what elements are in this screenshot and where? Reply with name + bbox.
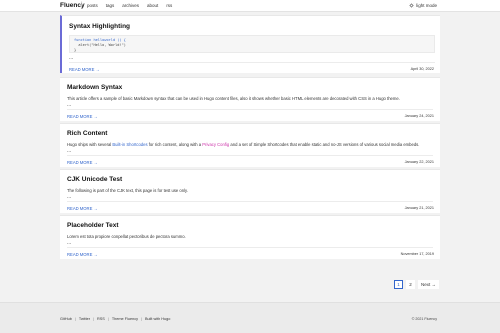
footer-separator: | xyxy=(141,317,142,321)
post-summary: Hugo ships with several Built-in Shortco… xyxy=(67,142,419,147)
post-title-link[interactable]: Syntax Highlighting xyxy=(69,23,130,30)
card-divider xyxy=(67,109,433,110)
post-title-link[interactable]: Placeholder Text xyxy=(67,222,119,229)
code-block: function helloworld () { alert("Hello, W… xyxy=(69,35,435,53)
footer-hugo-link[interactable]: Built with Hugo xyxy=(145,317,170,321)
post-card-syntax-highlighting: Syntax Highlighting function helloworld … xyxy=(60,15,440,73)
summary-ellipsis: ... xyxy=(67,194,72,200)
footer-separator: | xyxy=(107,317,109,321)
nav-about[interactable]: about xyxy=(147,3,158,8)
brand-separator: | xyxy=(81,2,83,8)
summary-ellipsis: ... xyxy=(67,102,72,108)
summary-text-1: Hugo ships with several xyxy=(67,142,113,147)
footer-rss-link[interactable]: RSS xyxy=(97,317,105,321)
card-divider xyxy=(69,62,435,63)
summary-ellipsis: ... xyxy=(67,240,72,246)
post-date: April 30, 2022 xyxy=(410,67,434,71)
summary-text-2: for rich content, along with a xyxy=(147,142,203,147)
theme-mode-toggle[interactable]: light mode xyxy=(409,3,437,8)
pagination: 1 2 Next → xyxy=(394,280,440,289)
read-more-link[interactable]: READ MORE → xyxy=(67,160,98,165)
post-date: January 22, 2021 xyxy=(404,160,434,164)
post-date: January 21, 2021 xyxy=(404,206,434,210)
page-1-button[interactable]: 1 xyxy=(394,280,403,289)
post-card-placeholder-text: Placeholder Text Lorem est tota propiore… xyxy=(60,215,440,259)
post-card-cjk-unicode-test: CJK Unicode Test The following is part o… xyxy=(60,169,440,213)
card-divider xyxy=(67,247,433,248)
next-page-button[interactable]: Next → xyxy=(418,280,440,289)
code-line-3: } xyxy=(74,48,77,52)
post-date: November 17, 2019 xyxy=(400,252,434,256)
summary-text-3: and a set of Simple Shortcodes that enab… xyxy=(229,142,420,147)
code-line-2: alert("Hello, World!") xyxy=(74,43,126,47)
site-footer: GitHub | Twitter | RSS | Theme Fluency |… xyxy=(0,302,500,333)
post-card-rich-content: Rich Content Hugo ships with several Bui… xyxy=(60,123,440,167)
card-divider xyxy=(67,201,433,202)
read-more-link[interactable]: READ MORE → xyxy=(67,114,98,119)
footer-twitter-link[interactable]: Twitter xyxy=(79,317,90,321)
post-summary: This article offers a sample of basic Ma… xyxy=(67,96,400,101)
post-title-link[interactable]: CJK Unicode Test xyxy=(67,176,122,183)
read-more-link[interactable]: READ MORE → xyxy=(69,67,100,72)
privacy-config-link[interactable]: Privacy Config xyxy=(202,142,229,147)
main-nav: posts tags archives about rss xyxy=(87,3,172,8)
summary-ellipsis: ... xyxy=(67,148,72,154)
read-more-link[interactable]: READ MORE → xyxy=(67,252,98,257)
footer-links: GitHub | Twitter | RSS | Theme Fluency |… xyxy=(60,317,170,321)
footer-separator: | xyxy=(74,317,76,321)
nav-archives[interactable]: archives xyxy=(122,3,139,8)
post-title-link[interactable]: Markdown Syntax xyxy=(67,84,122,91)
footer-separator: | xyxy=(93,317,95,321)
nav-posts[interactable]: posts xyxy=(87,3,98,8)
summary-ellipsis: ... xyxy=(69,55,74,61)
top-navbar: Fluency | posts tags archives about rss … xyxy=(0,0,500,12)
read-more-link[interactable]: READ MORE → xyxy=(67,206,98,211)
code-line-1: function helloworld () { xyxy=(74,38,126,42)
footer-github-link[interactable]: GitHub xyxy=(60,317,72,321)
nav-tags[interactable]: tags xyxy=(106,3,115,8)
sun-icon xyxy=(409,3,414,8)
post-list: Syntax Highlighting function helloworld … xyxy=(60,15,440,261)
post-title-link[interactable]: Rich Content xyxy=(67,130,107,137)
builtin-shortcodes-link[interactable]: Built-in Shortcodes xyxy=(112,142,147,147)
theme-mode-label: light mode xyxy=(416,3,437,8)
post-card-markdown-syntax: Markdown Syntax This article offers a sa… xyxy=(60,77,440,121)
post-summary: Lorem est tota propiore conpellat pector… xyxy=(67,234,186,239)
footer-theme-link[interactable]: Theme Fluency xyxy=(112,317,138,321)
post-date: January 24, 2021 xyxy=(404,114,434,118)
page-2-button[interactable]: 2 xyxy=(406,280,415,289)
copyright-text: © 2021 Fluency xyxy=(411,317,437,321)
nav-rss[interactable]: rss xyxy=(166,3,172,8)
card-divider xyxy=(67,155,433,156)
post-summary: The following is part of the CJK text, t… xyxy=(67,188,188,193)
